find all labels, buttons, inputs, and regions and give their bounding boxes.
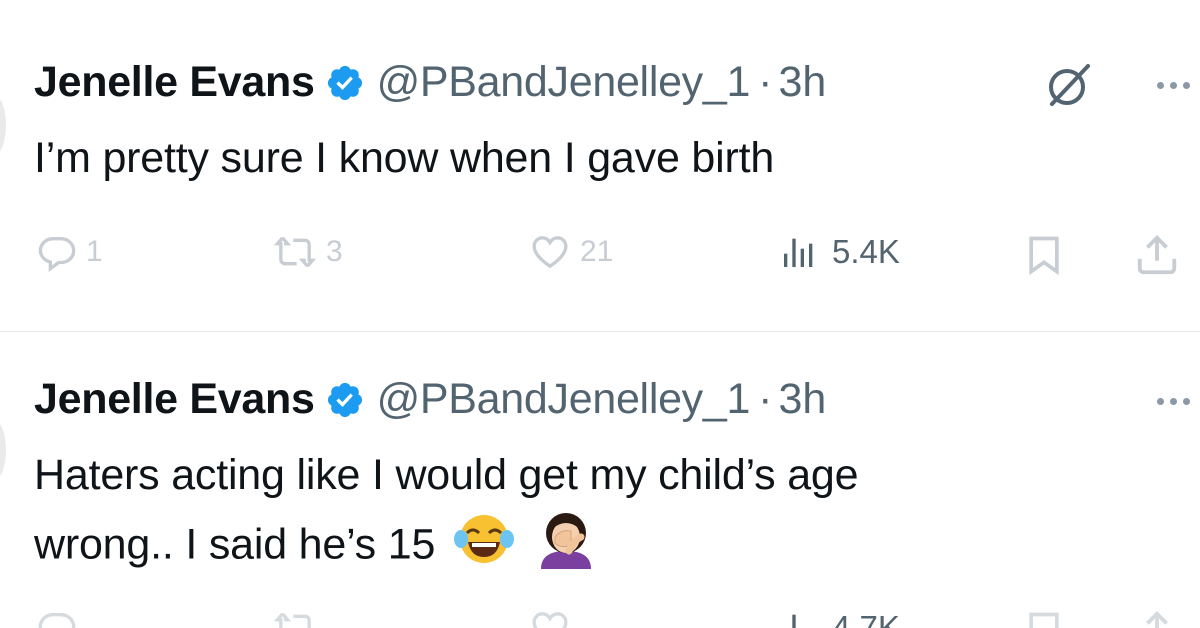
like-button[interactable]: 21 [528,232,613,272]
tweet-text: Haters acting like I would get my child’… [34,444,859,587]
verified-badge-icon [325,380,365,420]
tweet-header: Jenelle Evans @PBandJenelley_1 · 3h [34,375,826,424]
view-count: 4.7K [832,609,900,628]
tweet-text-line: Haters acting like I would get my child’… [34,451,859,499]
retweet-count: 3 [326,235,343,268]
author-name[interactable]: Jenelle Evans [34,375,315,424]
author-name[interactable]: Jenelle Evans [34,58,315,107]
views-icon [784,238,813,267]
tweet[interactable]: Jenelle Evans @PBandJenelley_1 · 3h I’m … [0,0,1200,331]
share-button[interactable] [1134,232,1180,278]
more-options-icon[interactable] [1157,82,1190,89]
share-button[interactable] [1134,608,1180,628]
views-button[interactable]: 4.7K [774,608,900,628]
share-icon [1146,611,1168,628]
face-with-tears-of-joy-emoji [453,509,515,585]
share-icon [1137,235,1177,275]
reply-button[interactable] [36,608,86,628]
tweet-actions: 4.7K [0,608,1200,628]
bookmark-button[interactable] [1022,608,1066,628]
retweet-button[interactable]: 3 [272,232,343,272]
more-options-icon[interactable] [1157,398,1190,405]
reply-button[interactable]: 1 [36,232,103,272]
verified-badge-icon [325,63,365,103]
separator-dot: · [758,375,773,423]
grok-icon[interactable] [1043,60,1093,115]
views-icon [792,614,796,628]
reply-icon [38,237,76,272]
views-button[interactable]: 5.4K [774,232,900,272]
author-handle[interactable]: @PBandJenelley_1 [377,58,751,107]
woman-facepalming-emoji [533,507,599,587]
tweet[interactable]: Jenelle Evans @PBandJenelley_1 · 3h Hate… [0,332,1200,628]
bookmark-icon [1029,612,1059,628]
heart-icon [532,612,568,628]
author-handle[interactable]: @PBandJenelley_1 [377,375,751,424]
view-count: 5.4K [832,233,900,270]
retweet-icon [273,612,311,628]
tweet-text-line: wrong.. I said he’s 15 [34,520,436,569]
retweet-button[interactable] [272,608,326,628]
timestamp[interactable]: 3h [778,375,826,424]
retweet-icon [273,236,317,268]
heart-icon [532,236,568,269]
reply-icon [38,613,76,628]
separator-dot: · [758,58,773,106]
reply-count: 1 [86,235,103,268]
like-count: 21 [580,235,614,268]
tweet-actions: 1 3 21 5.4K [0,232,1200,276]
tweet-text: I’m pretty sure I know when I gave birth [34,127,774,190]
tweet-header: Jenelle Evans @PBandJenelley_1 · 3h [34,58,826,107]
timestamp[interactable]: 3h [778,58,826,107]
like-button[interactable] [528,608,580,628]
bookmark-button[interactable] [1022,232,1066,278]
tweet-text-line: I’m pretty sure I know when I gave birth [34,134,775,182]
bookmark-icon [1029,236,1059,276]
